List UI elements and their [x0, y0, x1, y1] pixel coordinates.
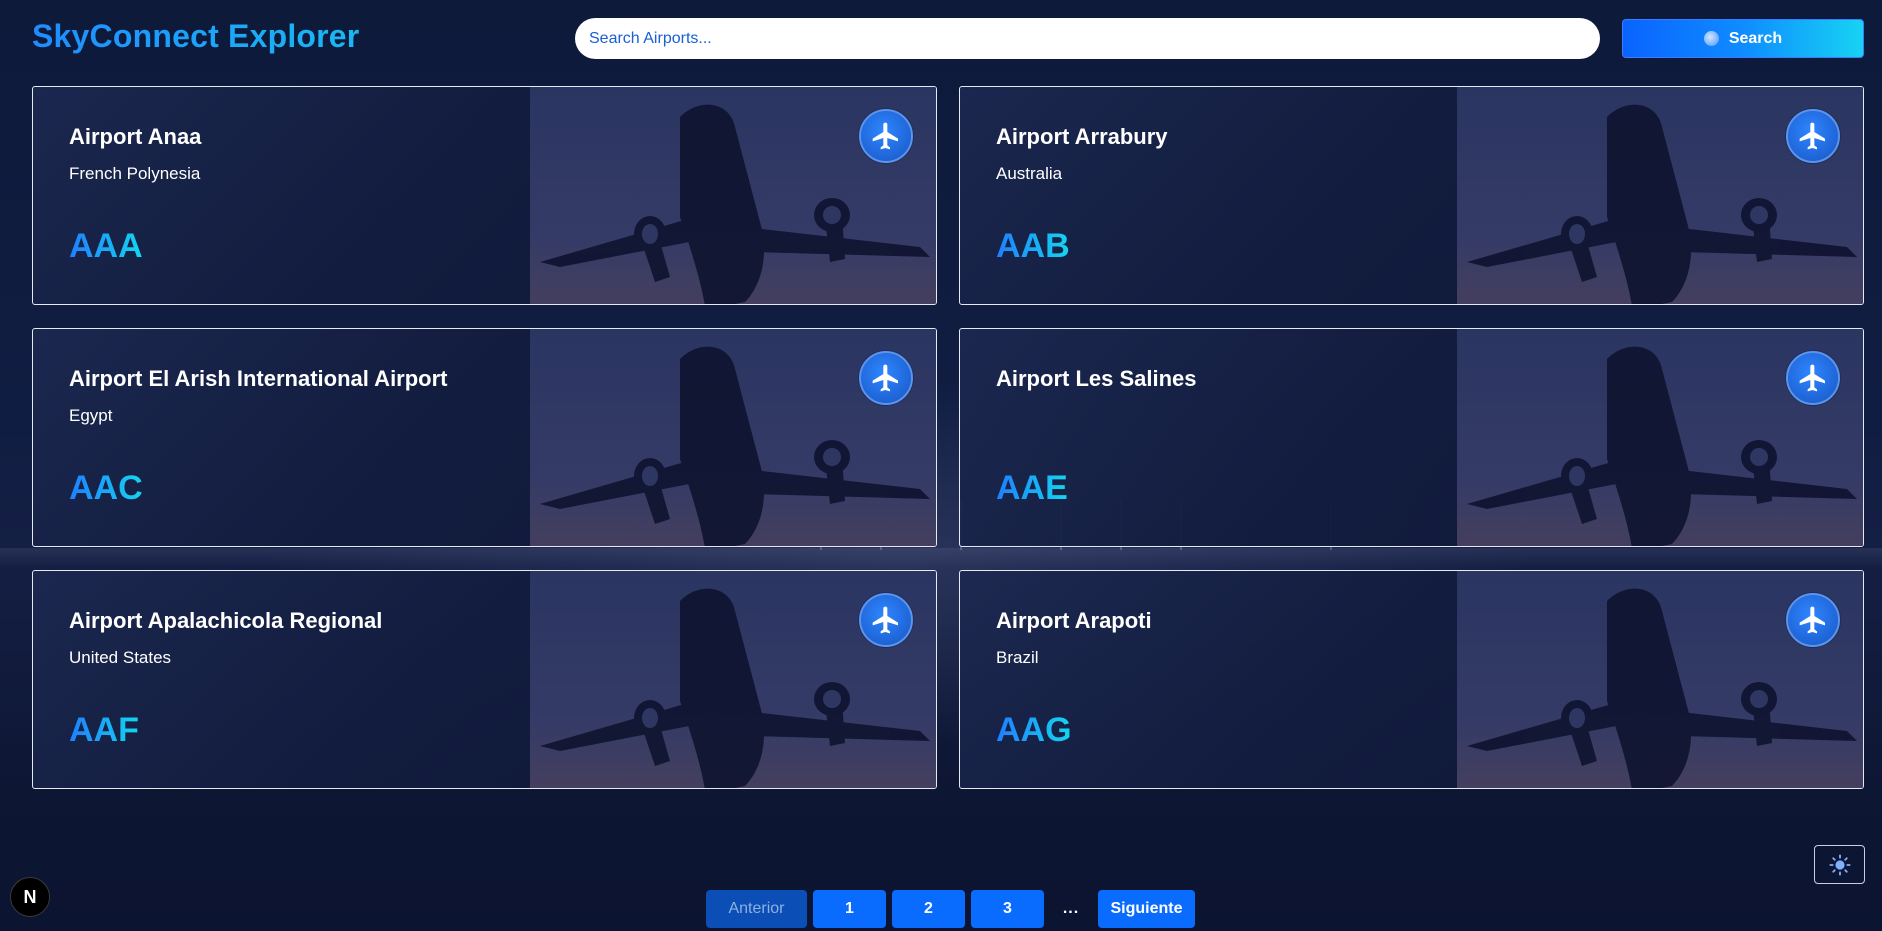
airport-name: Airport El Arish International Airport — [69, 366, 448, 391]
page-button-2[interactable]: 2 — [892, 890, 965, 928]
search-button[interactable]: Search — [1622, 19, 1864, 58]
airplane-icon-badge — [1786, 109, 1840, 163]
background-horizon — [0, 548, 1882, 568]
airplane-icon — [872, 122, 898, 150]
magnifier-icon — [1703, 31, 1719, 46]
pagination-ellipsis: ... — [1050, 890, 1092, 928]
dev-badge-label: N — [23, 886, 37, 907]
airport-name: Airport Arrabury — [996, 124, 1168, 149]
airplane-icon-badge — [859, 351, 913, 405]
airport-name: Airport Les Salines — [996, 366, 1197, 391]
airport-country: Egypt — [69, 406, 113, 425]
airplane-icon-badge — [859, 109, 913, 163]
airport-card[interactable]: Airport Arrabury Australia AAB — [959, 86, 1864, 305]
airplane-icon — [1799, 606, 1825, 634]
airport-code: AAC — [69, 469, 143, 507]
airplane-icon — [872, 364, 898, 392]
airport-code: AAG — [996, 711, 1072, 749]
sun-icon — [1828, 853, 1851, 876]
airplane-icon-badge — [1786, 593, 1840, 647]
airport-country: French Polynesia — [69, 164, 201, 183]
airport-card[interactable]: Airport Les Salines AAE — [959, 328, 1864, 547]
search-input[interactable] — [575, 18, 1600, 59]
page-button-1[interactable]: 1 — [813, 890, 886, 928]
airplane-icon — [1799, 122, 1825, 150]
airport-name: Airport Arapoti — [996, 608, 1152, 633]
page-button-3[interactable]: 3 — [971, 890, 1044, 928]
airport-card[interactable]: Airport Arapoti Brazil AAG — [959, 570, 1864, 789]
airport-card[interactable]: Airport Apalachicola Regional United Stat… — [32, 570, 937, 789]
pagination: Anterior 1 2 3 ... Siguiente — [706, 890, 1195, 928]
airport-name: Airport Apalachicola Regional — [69, 608, 383, 633]
airport-code: AAA — [69, 227, 143, 265]
theme-toggle-button[interactable] — [1814, 845, 1865, 884]
app-logo: SkyConnect Explorer — [32, 18, 360, 54]
airport-card[interactable]: Airport El Arish International Airport Eg… — [32, 328, 937, 547]
airplane-icon-badge — [1786, 351, 1840, 405]
airport-country: United States — [69, 648, 172, 667]
airport-country: Brazil — [996, 648, 1039, 667]
next-page-button[interactable]: Siguiente — [1098, 890, 1195, 928]
previous-page-button[interactable]: Anterior — [706, 890, 807, 928]
airport-card[interactable]: Airport Anaa French Polynesia AAA — [32, 86, 937, 305]
airport-name: Airport Anaa — [69, 124, 202, 149]
airplane-icon-badge — [859, 593, 913, 647]
search-button-label: Search — [1728, 29, 1783, 47]
airport-code: AAF — [69, 711, 139, 749]
airplane-icon — [1799, 364, 1825, 392]
airplane-icon — [872, 606, 898, 634]
airport-country: Australia — [996, 164, 1063, 183]
airport-code: AAE — [996, 469, 1068, 507]
airport-code: AAB — [996, 227, 1070, 265]
dev-badge[interactable]: N — [10, 877, 50, 917]
